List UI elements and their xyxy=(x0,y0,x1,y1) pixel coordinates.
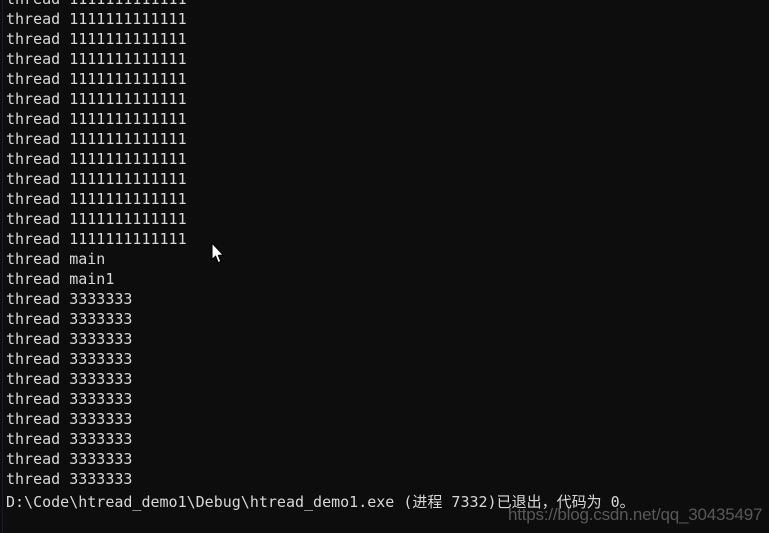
console-line: thread 1111111111111 xyxy=(6,10,187,28)
console-line: thread 3333333 xyxy=(6,370,133,388)
console-line: thread 1111111111111 xyxy=(6,70,187,88)
console-line: thread 3333333 xyxy=(6,350,133,368)
console-line: thread 1111111111111 xyxy=(6,190,187,208)
console-line: thread 1111111111111 xyxy=(6,150,187,168)
console-line: thread 1111111111111 xyxy=(6,170,187,188)
console-window[interactable]: thread 1111111111111 thread 1111111111111… xyxy=(0,0,769,533)
console-line: thread 3333333 xyxy=(6,410,133,428)
console-line: thread 1111111111111 xyxy=(6,90,187,108)
console-line: thread 1111111111111 xyxy=(6,230,187,248)
console-line: thread 1111111111111 xyxy=(6,130,187,148)
console-line: thread main1 xyxy=(6,270,115,288)
console-line: thread 3333333 xyxy=(6,330,133,348)
console-line: thread 3333333 xyxy=(6,430,133,448)
window-left-edge xyxy=(2,0,3,533)
console-line: thread 3333333 xyxy=(6,290,133,308)
console-line: thread 1111111111111 xyxy=(6,110,187,128)
console-line: thread 3333333 xyxy=(6,310,133,328)
console-line: thread 3333333 xyxy=(6,450,133,468)
console-line: thread 1111111111111 xyxy=(6,0,766,9)
console-line: thread 1111111111111 xyxy=(6,210,187,228)
csdn-watermark: https://blog.csdn.net/qq_30435497 xyxy=(508,505,763,524)
console-line: thread 3333333 xyxy=(6,390,133,408)
console-line: thread main xyxy=(6,250,106,268)
console-line: thread 1111111111111 xyxy=(6,50,187,68)
console-line: thread 3333333 xyxy=(6,470,133,488)
console-output-area: thread 1111111111111 thread 1111111111111… xyxy=(6,0,766,509)
console-line: thread 1111111111111 xyxy=(6,30,187,48)
